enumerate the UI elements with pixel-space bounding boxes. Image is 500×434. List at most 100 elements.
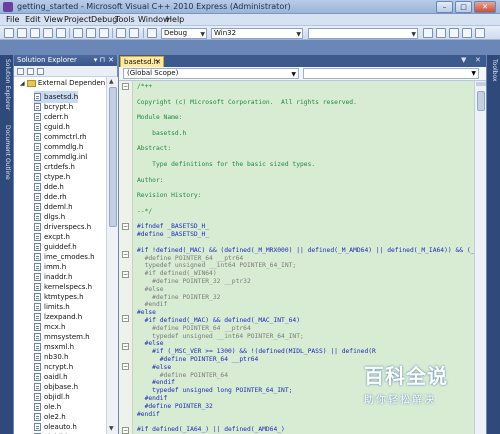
code-line: #endif bbox=[137, 379, 175, 387]
tab-solution-explorer-collapsed[interactable]: Solution Explorer bbox=[2, 59, 11, 110]
new-project-icon[interactable] bbox=[4, 28, 14, 38]
splitter-handle[interactable] bbox=[476, 82, 486, 86]
menu-tools[interactable]: Tools bbox=[115, 15, 135, 24]
code-line: typedef unsigned __int64 POINTER_64_INT; bbox=[137, 262, 297, 270]
collapse-region-icon[interactable]: − bbox=[122, 427, 129, 434]
header-file-icon bbox=[34, 293, 41, 301]
header-file-icon bbox=[34, 133, 41, 141]
header-file-icon bbox=[34, 233, 41, 241]
properties-icon[interactable] bbox=[17, 68, 24, 75]
tree-file-label: ktmtypes.h bbox=[44, 293, 84, 301]
show-all-files-icon[interactable] bbox=[27, 68, 34, 75]
chevron-down-icon: ▼ bbox=[200, 31, 205, 38]
solution-explorer-scrollbar[interactable]: ▲ ▼ bbox=[106, 77, 118, 434]
scope-dropdown[interactable]: (Global Scope) ▼ bbox=[123, 68, 299, 79]
save-icon[interactable] bbox=[43, 28, 53, 38]
chevron-down-icon[interactable]: ▼ bbox=[461, 56, 466, 64]
close-icon[interactable]: ✕ bbox=[108, 55, 114, 65]
solution-explorer-icon[interactable] bbox=[436, 28, 446, 38]
redo-icon[interactable] bbox=[129, 28, 139, 38]
code-line: #else bbox=[137, 340, 164, 348]
tree-file-label: ddeml.h bbox=[44, 203, 73, 211]
collapse-region-icon[interactable]: − bbox=[122, 223, 129, 230]
tree-file-label: excpt.h bbox=[44, 233, 70, 241]
scroll-thumb[interactable] bbox=[477, 91, 485, 111]
start-debugging-icon[interactable] bbox=[147, 28, 157, 38]
close-tab-icon[interactable]: ✕ bbox=[155, 57, 161, 67]
menu-window[interactable]: Window bbox=[138, 15, 170, 24]
header-file-icon bbox=[34, 423, 41, 431]
collapse-region-icon[interactable]: − bbox=[122, 83, 129, 90]
tree-file-label: msxml.h bbox=[44, 343, 75, 351]
scroll-thumb[interactable] bbox=[109, 87, 117, 227]
code-line: /*++ bbox=[137, 83, 153, 90]
platform-combo[interactable]: Win32 ▼ bbox=[211, 28, 303, 39]
collapse-region-icon[interactable]: − bbox=[122, 363, 129, 370]
header-file-icon bbox=[34, 113, 41, 121]
menu-edit[interactable]: Edit bbox=[25, 15, 41, 24]
find-combo[interactable]: ▼ bbox=[308, 28, 418, 39]
platform-value: Win32 bbox=[214, 29, 237, 37]
collapse-region-icon[interactable]: − bbox=[122, 251, 129, 258]
close-icon[interactable]: ✕ bbox=[475, 56, 481, 64]
header-file-icon bbox=[34, 223, 41, 231]
menu-view[interactable]: View bbox=[44, 15, 63, 24]
menu-debug[interactable]: Debug bbox=[91, 15, 117, 24]
scope-value: (Global Scope) bbox=[127, 69, 179, 77]
collapse-icon[interactable]: ◢ bbox=[20, 80, 25, 87]
tab-document-outline[interactable]: Document Outline bbox=[2, 125, 11, 180]
tree-file-label: objbase.h bbox=[44, 383, 79, 391]
tab-label: basetsd.h bbox=[124, 58, 159, 66]
collapse-region-icon[interactable]: − bbox=[122, 343, 129, 350]
header-file-icon bbox=[34, 353, 41, 361]
properties-icon[interactable] bbox=[449, 28, 459, 38]
navigation-bar: (Global Scope) ▼ ▼ bbox=[119, 67, 486, 81]
tree-folder-label: External Dependen bbox=[37, 79, 106, 87]
code-line: #if defined(_MAC) && defined(_MAC_INT_64… bbox=[137, 317, 301, 324]
close-button[interactable]: ✕ bbox=[474, 1, 496, 13]
minimize-button[interactable]: – bbox=[436, 1, 453, 13]
solution-explorer-header: Solution Explorer ▾ ⊓ ✕ bbox=[14, 55, 117, 66]
tree-folder-external-dependencies[interactable]: ◢ External Dependen bbox=[20, 79, 105, 87]
maximize-button[interactable]: □ bbox=[455, 1, 472, 13]
tree-file-label: bcrypt.h bbox=[44, 103, 74, 111]
toolbox-icon[interactable] bbox=[462, 28, 472, 38]
save-all-icon[interactable] bbox=[56, 28, 66, 38]
tab-toolbox[interactable]: Toolbox bbox=[489, 59, 498, 82]
collapse-region-icon[interactable]: − bbox=[122, 315, 129, 322]
refresh-icon[interactable] bbox=[37, 68, 44, 75]
tab-basetsd-h[interactable]: basetsd.h ✕ bbox=[120, 56, 164, 67]
code-line: typedef unsigned __int64 POINTER_64_INT; bbox=[137, 332, 304, 340]
header-file-icon bbox=[34, 363, 41, 371]
configuration-combo[interactable]: Debug ▼ bbox=[161, 28, 207, 39]
header-file-icon bbox=[34, 203, 41, 211]
member-dropdown[interactable]: ▼ bbox=[303, 68, 479, 79]
code-line: typedef unsigned long POINTER_64_INT; bbox=[137, 387, 293, 395]
tree-file-label: crtdefs.h bbox=[44, 163, 75, 171]
open-file-icon[interactable] bbox=[30, 28, 40, 38]
header-file-icon bbox=[34, 333, 41, 341]
toolbar-options-icon[interactable] bbox=[475, 28, 485, 38]
header-file-icon bbox=[34, 313, 41, 321]
menu-help[interactable]: Help bbox=[166, 15, 184, 24]
undo-icon[interactable] bbox=[116, 28, 126, 38]
tree-file-label: commctrl.rh bbox=[44, 133, 87, 141]
code-line: #define POINTER_32 __ptr32 bbox=[137, 278, 251, 285]
tree-file-label: imm.h bbox=[44, 263, 67, 271]
copy-icon[interactable] bbox=[86, 28, 96, 38]
add-item-icon[interactable] bbox=[17, 28, 27, 38]
menu-project[interactable]: Project bbox=[64, 15, 91, 24]
menu-file[interactable]: File bbox=[6, 15, 19, 24]
code-line: #define POINTER_64 __ptr64 bbox=[137, 254, 244, 262]
scroll-down-icon[interactable]: ▼ bbox=[109, 425, 114, 432]
chevron-down-icon: ▼ bbox=[296, 31, 301, 38]
solution-explorer-panel: Solution Explorer ▾ ⊓ ✕ ◢ External Depen… bbox=[14, 55, 118, 434]
scroll-up-icon[interactable]: ▲ bbox=[109, 78, 114, 85]
paste-icon[interactable] bbox=[99, 28, 109, 38]
find-in-files-icon[interactable] bbox=[423, 28, 433, 38]
pin-icon[interactable]: ▾ ⊓ bbox=[94, 55, 105, 65]
editor-scrollbar[interactable] bbox=[474, 81, 486, 434]
solution-explorer-title: Solution Explorer bbox=[17, 56, 77, 64]
collapse-region-icon[interactable]: − bbox=[122, 271, 129, 278]
cut-icon[interactable] bbox=[73, 28, 83, 38]
